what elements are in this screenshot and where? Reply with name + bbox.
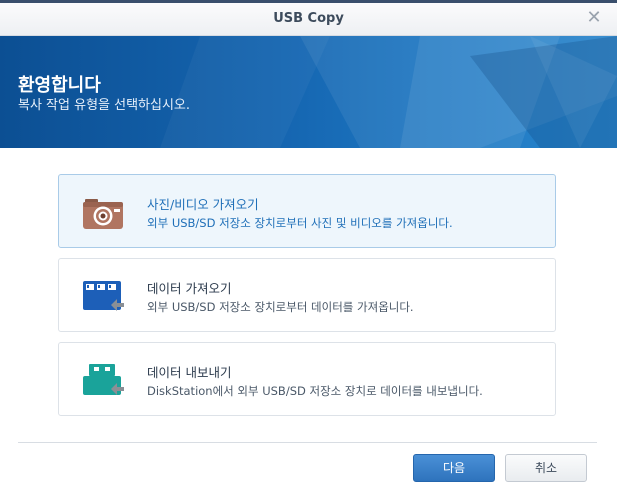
option-description: 외부 USB/SD 저장소 장치로부터 사진 및 비디오를 가져옵니다. bbox=[147, 216, 453, 230]
welcome-subtitle: 복사 작업 유형을 선택하십시오. bbox=[18, 98, 191, 113]
option-title: 사진/비디오 가져오기 bbox=[147, 197, 259, 212]
option-description: DiskStation에서 외부 USB/SD 저장소 장치로 데이터를 내보냅… bbox=[147, 384, 483, 398]
camera-icon bbox=[81, 193, 125, 233]
option-title: 데이터 가져오기 bbox=[147, 281, 232, 296]
close-icon[interactable]: ✕ bbox=[585, 9, 603, 27]
option-import-photo-video[interactable]: 사진/비디오 가져오기 외부 USB/SD 저장소 장치로부터 사진 및 비디오… bbox=[58, 174, 556, 248]
option-title: 데이터 내보내기 bbox=[147, 365, 232, 380]
footer-divider bbox=[18, 442, 597, 443]
import-data-icon bbox=[81, 277, 125, 317]
option-export-data[interactable]: 데이터 내보내기 DiskStation에서 외부 USB/SD 저장소 장치로… bbox=[58, 342, 556, 416]
next-button[interactable]: 다음 bbox=[413, 454, 495, 482]
title-bar: USB Copy ✕ bbox=[0, 0, 617, 36]
cancel-button[interactable]: 취소 bbox=[505, 454, 587, 482]
welcome-banner: 환영합니다 복사 작업 유형을 선택하십시오. bbox=[0, 36, 617, 148]
option-import-data[interactable]: 데이터 가져오기 외부 USB/SD 저장소 장치로부터 데이터를 가져옵니다. bbox=[58, 258, 556, 332]
window-title: USB Copy bbox=[273, 11, 344, 26]
export-data-icon bbox=[81, 361, 125, 401]
option-description: 외부 USB/SD 저장소 장치로부터 데이터를 가져옵니다. bbox=[147, 300, 414, 314]
